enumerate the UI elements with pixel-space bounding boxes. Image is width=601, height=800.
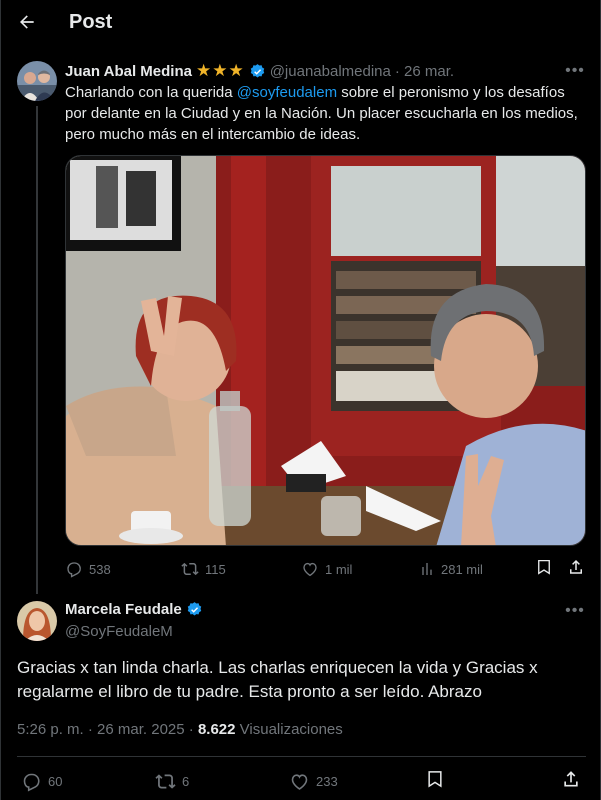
tweet1-text: Charlando con la querida @soyfeudalem so…	[65, 82, 585, 145]
avatar-photo	[17, 61, 57, 101]
photo-illustration	[66, 156, 585, 545]
post-page: Post Juan Abal Medina ★★★ @juanabalmedin…	[0, 0, 601, 800]
author-name[interactable]: Marcela Feudale	[65, 601, 182, 618]
page-title: Post	[69, 10, 113, 33]
reply-icon	[23, 773, 40, 792]
views-chart-icon	[422, 563, 432, 575]
bookmark-icon	[538, 559, 550, 575]
tweet1-header: Juan Abal Medina ★★★ @juanabalmedina · 2…	[65, 61, 454, 81]
bookmark-icon	[428, 770, 442, 787]
more-options-button[interactable]: •••	[563, 61, 587, 81]
repost-count: 6	[182, 773, 190, 789]
share-button[interactable]	[561, 769, 581, 794]
more-options-button[interactable]: •••	[563, 601, 587, 621]
reply-icon	[67, 562, 81, 578]
reply-button[interactable]: 538	[65, 560, 111, 578]
bookmark-button[interactable]	[425, 769, 445, 794]
verified-badge-icon	[187, 602, 201, 616]
views-count: 281 mil	[441, 561, 483, 577]
like-button[interactable]: 1 mil	[301, 560, 352, 578]
more-icon: •••	[565, 602, 585, 619]
repost-button[interactable]: 115	[181, 560, 226, 578]
post-meta: 5:26 p. m. · 26 mar. 2025 · 8.622 Visual…	[17, 721, 343, 738]
back-button[interactable]	[7, 2, 47, 42]
author-name[interactable]: Juan Abal Medina	[65, 63, 192, 80]
bookmark-button[interactable]	[535, 558, 553, 581]
avatar-juan[interactable]	[17, 61, 57, 101]
heart-icon	[303, 562, 317, 577]
tweet-text-part: Charlando con la querida	[65, 84, 237, 101]
arrow-left-icon	[20, 15, 34, 29]
header: Post	[1, 0, 601, 44]
author-handle[interactable]: @SoyFeudaleM	[65, 623, 173, 640]
like-count: 1 mil	[325, 561, 353, 577]
tweet-photo[interactable]	[65, 155, 586, 546]
tweet2-header: Marcela Feudale	[65, 601, 203, 618]
divider	[17, 756, 586, 757]
post-timestamp[interactable]: 5:26 p. m. · 26 mar. 2025 ·	[17, 721, 194, 738]
share-icon	[564, 770, 578, 786]
repost-icon	[155, 773, 176, 789]
mention-link[interactable]: @soyfeudalem	[237, 84, 337, 101]
stars-badge: ★★★	[195, 61, 245, 80]
tweet2-actions: 60 6 233	[17, 770, 587, 792]
like-button[interactable]: 233	[289, 771, 338, 792]
views-label: Visualizaciones	[239, 721, 343, 738]
views-number: 8.622	[197, 721, 236, 738]
like-count: 233	[316, 773, 338, 789]
repost-button[interactable]: 6	[155, 771, 189, 792]
more-icon: •••	[565, 62, 585, 79]
reply-count: 538	[89, 561, 111, 577]
tweet2-text: Gracias x tan linda charla. Las charlas …	[17, 658, 538, 701]
post-time[interactable]: · 26 mar.	[395, 63, 454, 80]
repost-icon	[181, 562, 199, 576]
share-icon	[570, 559, 582, 574]
repost-count: 115	[205, 561, 226, 577]
heart-icon	[291, 773, 308, 790]
author-handle[interactable]: @juanabalmedina	[270, 63, 391, 80]
avatar-marcela[interactable]	[17, 601, 57, 641]
tweet1-actions: 538 115 1 mil 281 mil	[65, 559, 585, 579]
reply-button[interactable]: 60	[21, 771, 62, 792]
reply-count: 60	[48, 773, 63, 789]
share-button[interactable]	[567, 558, 585, 581]
verified-badge-icon	[250, 63, 264, 78]
avatar-photo	[17, 601, 57, 641]
thread-connector	[36, 106, 38, 594]
views-button[interactable]: 281 mil	[419, 561, 483, 577]
